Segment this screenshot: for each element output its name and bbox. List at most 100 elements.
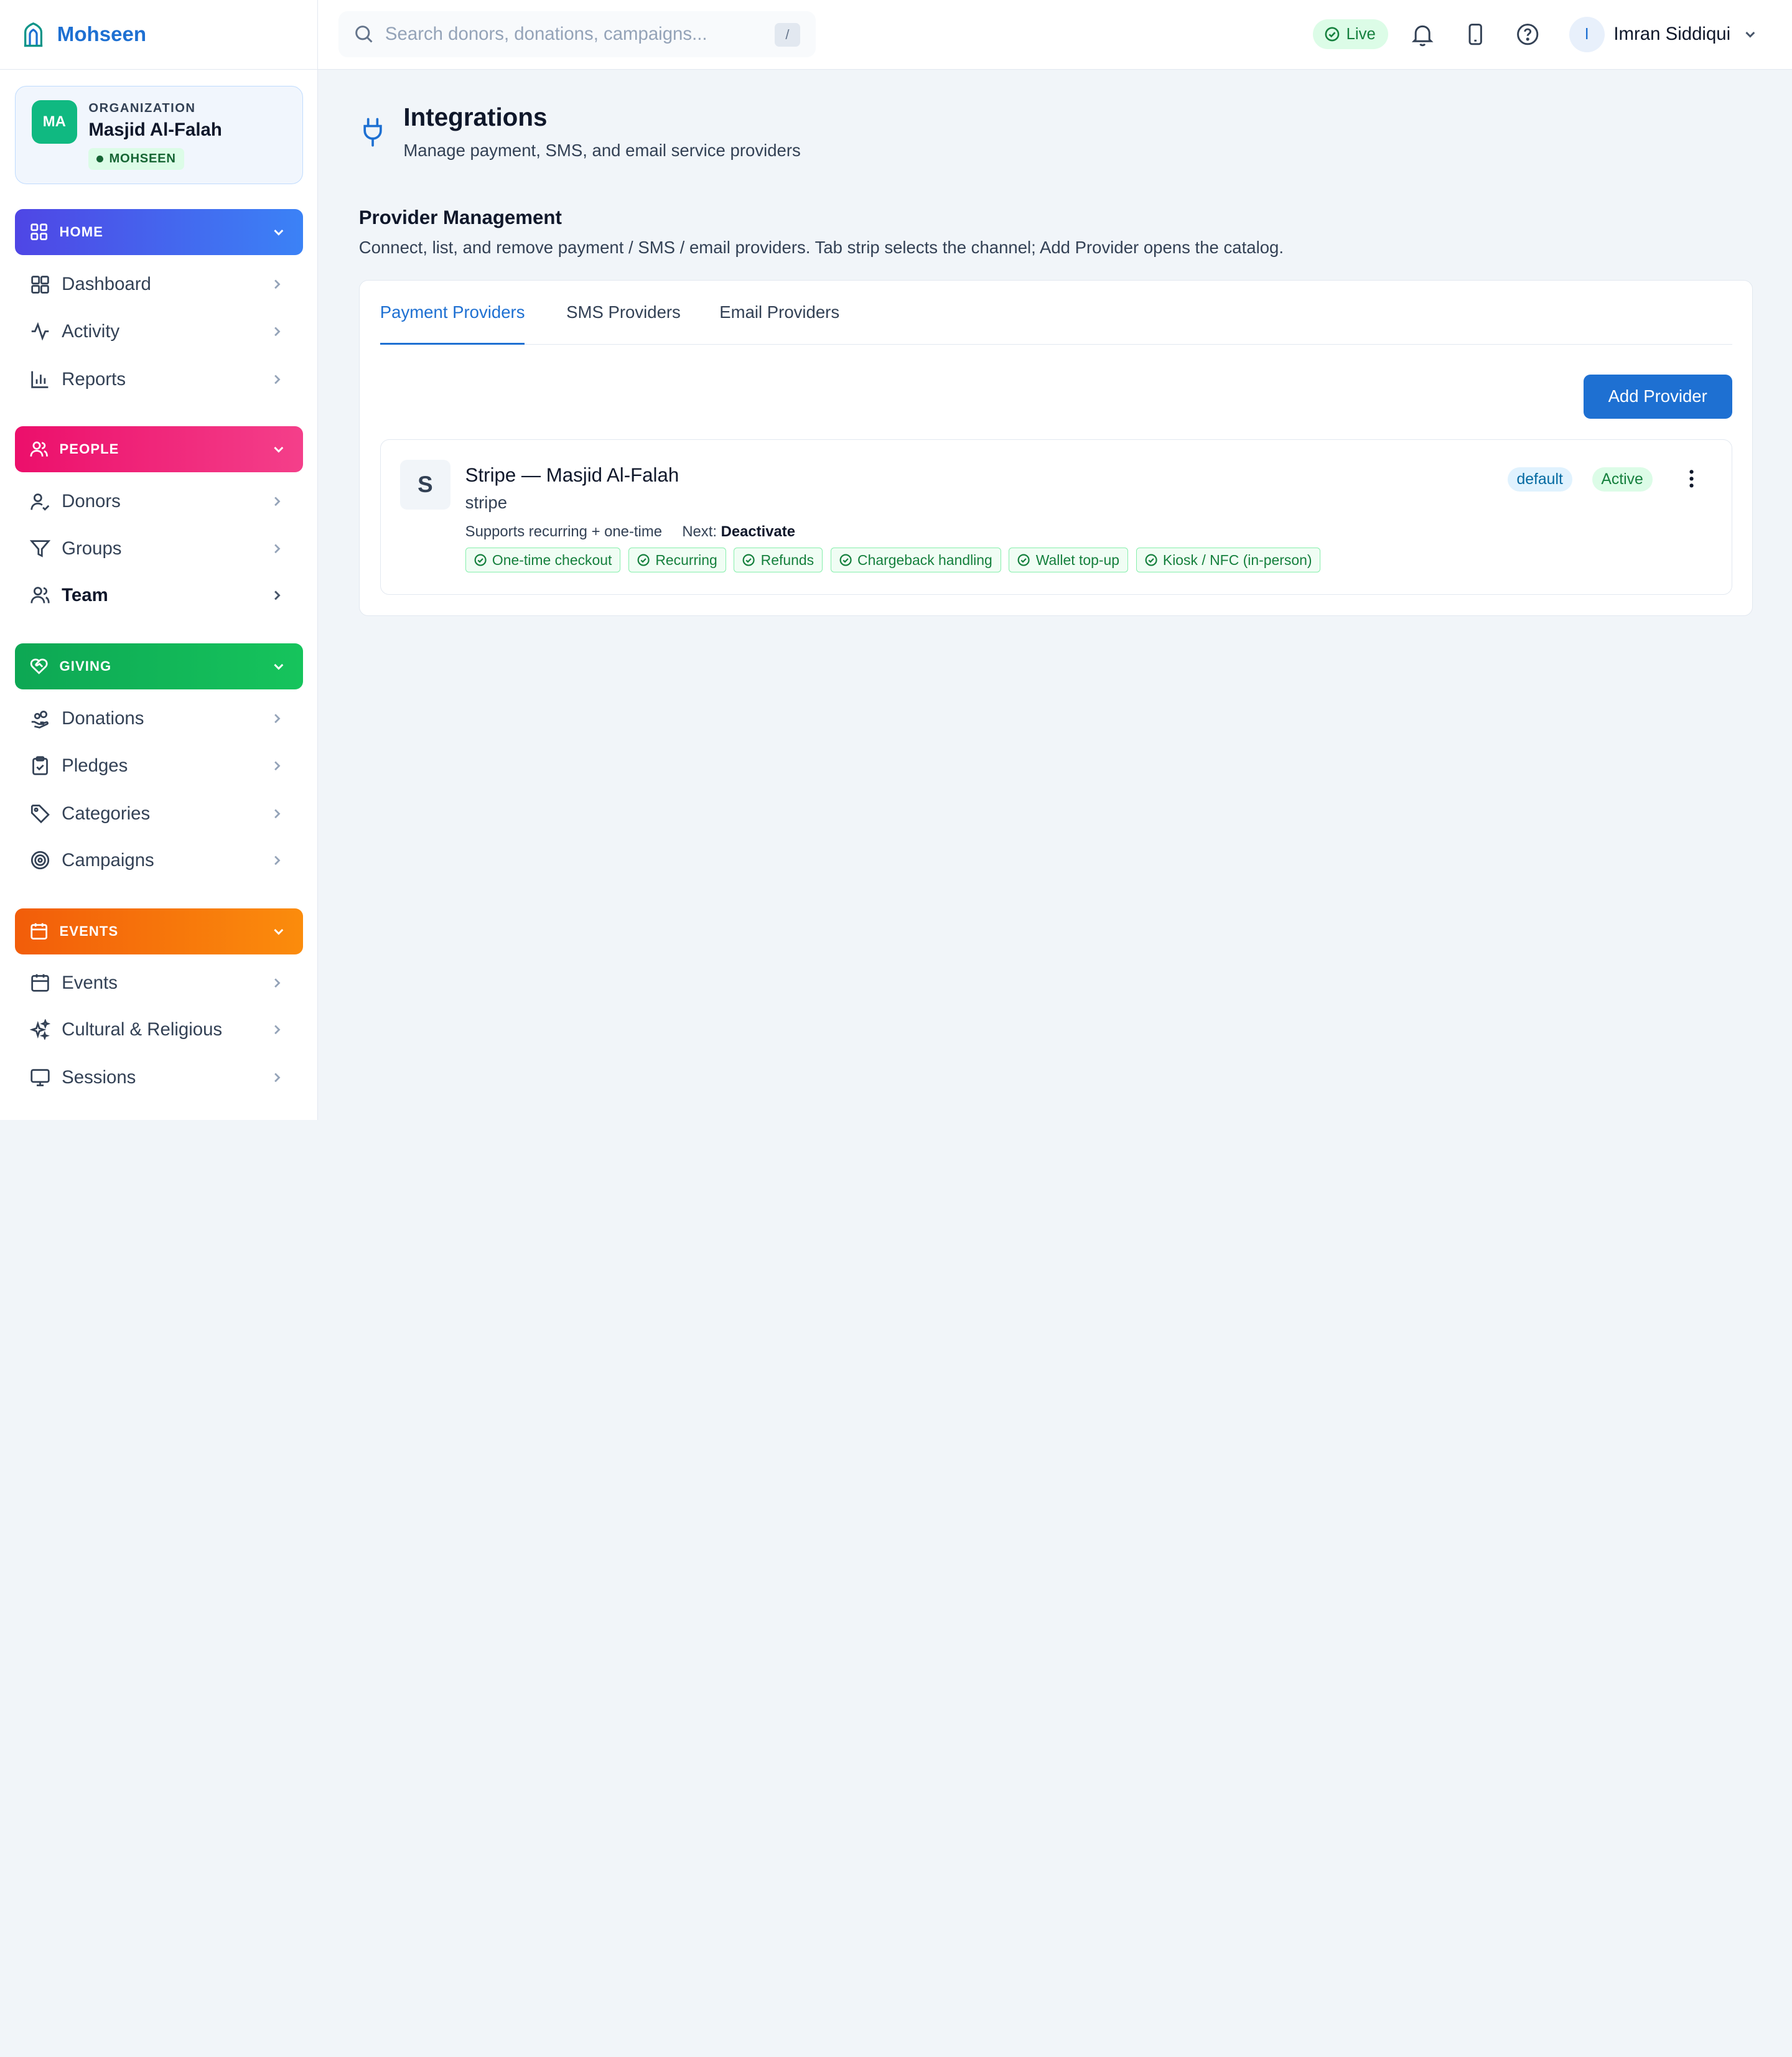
sidebar-item-label: Donors: [62, 491, 121, 512]
provider-card: S Stripe — Masjid Al-Falah stripe Suppor…: [380, 439, 1732, 595]
sidebar-item-label: Donations: [62, 708, 144, 729]
status-badge: Active: [1592, 467, 1653, 492]
chevron-right-icon: [269, 852, 285, 869]
section-home[interactable]: HOME: [14, 209, 303, 255]
chevron-down-icon: [271, 224, 287, 240]
provider-logo: S: [399, 459, 450, 510]
calendar-icon: [30, 973, 50, 993]
chevron-right-icon: [269, 276, 285, 292]
sidebar-item-cultural-religious[interactable]: Cultural & Religious: [15, 1008, 303, 1052]
section-events[interactable]: EVENTS: [14, 908, 303, 954]
provider-next-label: Next:: [682, 523, 717, 541]
tab-email-providers[interactable]: Email Providers: [719, 302, 839, 345]
chevron-right-icon: [269, 371, 285, 388]
org-tag-dot-icon: [96, 155, 104, 162]
feature-label: One-time checkout: [492, 551, 612, 568]
sidebar-item-reports[interactable]: Reports: [15, 358, 303, 401]
default-badge: default: [1507, 467, 1572, 492]
feature-chip: Wallet top-up: [1009, 547, 1128, 573]
sidebar-item-pledges[interactable]: Pledges: [15, 744, 303, 788]
sidebar-item-events[interactable]: Events: [15, 961, 303, 1005]
tab-sms-providers[interactable]: SMS Providers: [566, 302, 681, 345]
sidebar-item-label: Team: [62, 584, 108, 605]
help-circle-icon[interactable]: [1515, 22, 1540, 47]
sidebar-item-label: Groups: [62, 538, 122, 559]
page-title: Integrations: [403, 103, 548, 132]
section-people[interactable]: PEOPLE: [14, 426, 303, 472]
notifications-bell-icon[interactable]: [1410, 22, 1435, 47]
provider-next-action[interactable]: Deactivate: [721, 523, 795, 540]
org-tag-label: MOHSEEN: [109, 151, 176, 166]
check-circle-icon: [839, 554, 852, 566]
sidebar-item-activity[interactable]: Activity: [15, 310, 303, 353]
chevron-down-icon: [271, 441, 287, 457]
org-name: Masjid Al-Falah: [88, 119, 222, 140]
check-circle-icon: [1017, 554, 1030, 566]
bar-chart-icon: [30, 369, 50, 389]
search-input[interactable]: [385, 24, 763, 45]
section-home-label: HOME: [59, 223, 103, 240]
search-shortcut-hint: /: [775, 22, 800, 47]
chevron-right-icon: [269, 587, 285, 604]
check-circle-icon: [474, 554, 487, 566]
chevron-down-icon: [271, 923, 287, 940]
sidebar-item-label: Sessions: [62, 1067, 136, 1088]
provider-panel: Payment Providers SMS Providers Email Pr…: [358, 279, 1753, 616]
target-icon: [30, 850, 50, 870]
filter-icon: [29, 538, 50, 559]
sidebar-item-categories[interactable]: Categories: [15, 792, 303, 836]
user-name: Imran Siddiqui: [1613, 24, 1731, 45]
users-icon: [30, 440, 48, 458]
sidebar-item-label: Categories: [62, 803, 151, 824]
chevron-right-icon: [269, 324, 285, 340]
org-tag: MOHSEEN: [88, 147, 184, 170]
sidebar-item-donors[interactable]: Donors: [15, 480, 303, 523]
provider-name: Stripe — Masjid Al-Falah: [465, 464, 679, 486]
dashboard-icon: [30, 274, 50, 295]
chevron-down-icon: [1742, 26, 1758, 42]
sidebar-item-team[interactable]: Team: [15, 574, 303, 617]
calendar-icon: [30, 922, 48, 940]
section-giving[interactable]: GIVING: [14, 643, 303, 689]
provider-tabs: Payment Providers SMS Providers Email Pr…: [380, 281, 1732, 345]
chevron-right-icon: [269, 758, 285, 774]
monitor-icon: [30, 1067, 50, 1088]
tab-payment-providers[interactable]: Payment Providers: [380, 302, 525, 345]
sidebar-item-label: Activity: [62, 320, 120, 342]
sidebar-item-groups[interactable]: Groups: [15, 527, 303, 571]
live-label: Live: [1346, 25, 1376, 43]
feature-chip: Kiosk / NFC (in-person): [1136, 547, 1321, 573]
sidebar-item-label: Dashboard: [62, 274, 151, 295]
sidebar-item-dashboard[interactable]: Dashboard: [15, 263, 303, 306]
section-people-label: PEOPLE: [59, 441, 119, 457]
tag-icon: [30, 803, 50, 824]
brand[interactable]: Mohseen: [0, 0, 317, 70]
sidebar-item-sessions[interactable]: Sessions: [15, 1056, 303, 1099]
section-giving-label: GIVING: [59, 658, 112, 674]
more-vertical-icon[interactable]: [1681, 467, 1702, 490]
feature-label: Chargeback handling: [857, 551, 992, 568]
chevron-right-icon: [269, 806, 285, 822]
sidebar-item-campaigns[interactable]: Campaigns: [15, 839, 303, 882]
section-events-label: EVENTS: [59, 923, 119, 939]
hand-coins-icon: [30, 709, 50, 729]
sidebar-item-donations[interactable]: Donations: [15, 697, 303, 740]
mobile-device-icon[interactable]: [1463, 22, 1488, 47]
search-bar[interactable]: /: [338, 11, 816, 57]
chevron-right-icon: [269, 541, 285, 557]
organization-switcher[interactable]: MA ORGANIZATION Masjid Al-Falah MOHSEEN: [14, 85, 303, 184]
feature-chip: Recurring: [628, 547, 726, 573]
feature-label: Wallet top-up: [1035, 551, 1119, 568]
team-icon: [30, 585, 50, 605]
add-provider-button[interactable]: Add Provider: [1583, 374, 1732, 419]
sidebar-item-label: Reports: [62, 368, 126, 389]
brand-name: Mohseen: [57, 22, 147, 46]
check-circle-icon: [1325, 27, 1340, 42]
chevron-right-icon: [269, 1070, 285, 1086]
user-menu[interactable]: I Imran Siddiqui: [1569, 16, 1758, 53]
sidebar-item-label: Events: [62, 972, 118, 993]
provider-slug: stripe: [465, 492, 508, 512]
grid-icon: [30, 223, 48, 241]
sidebar-item-label: Campaigns: [62, 850, 154, 871]
feature-chip: One-time checkout: [465, 547, 621, 573]
